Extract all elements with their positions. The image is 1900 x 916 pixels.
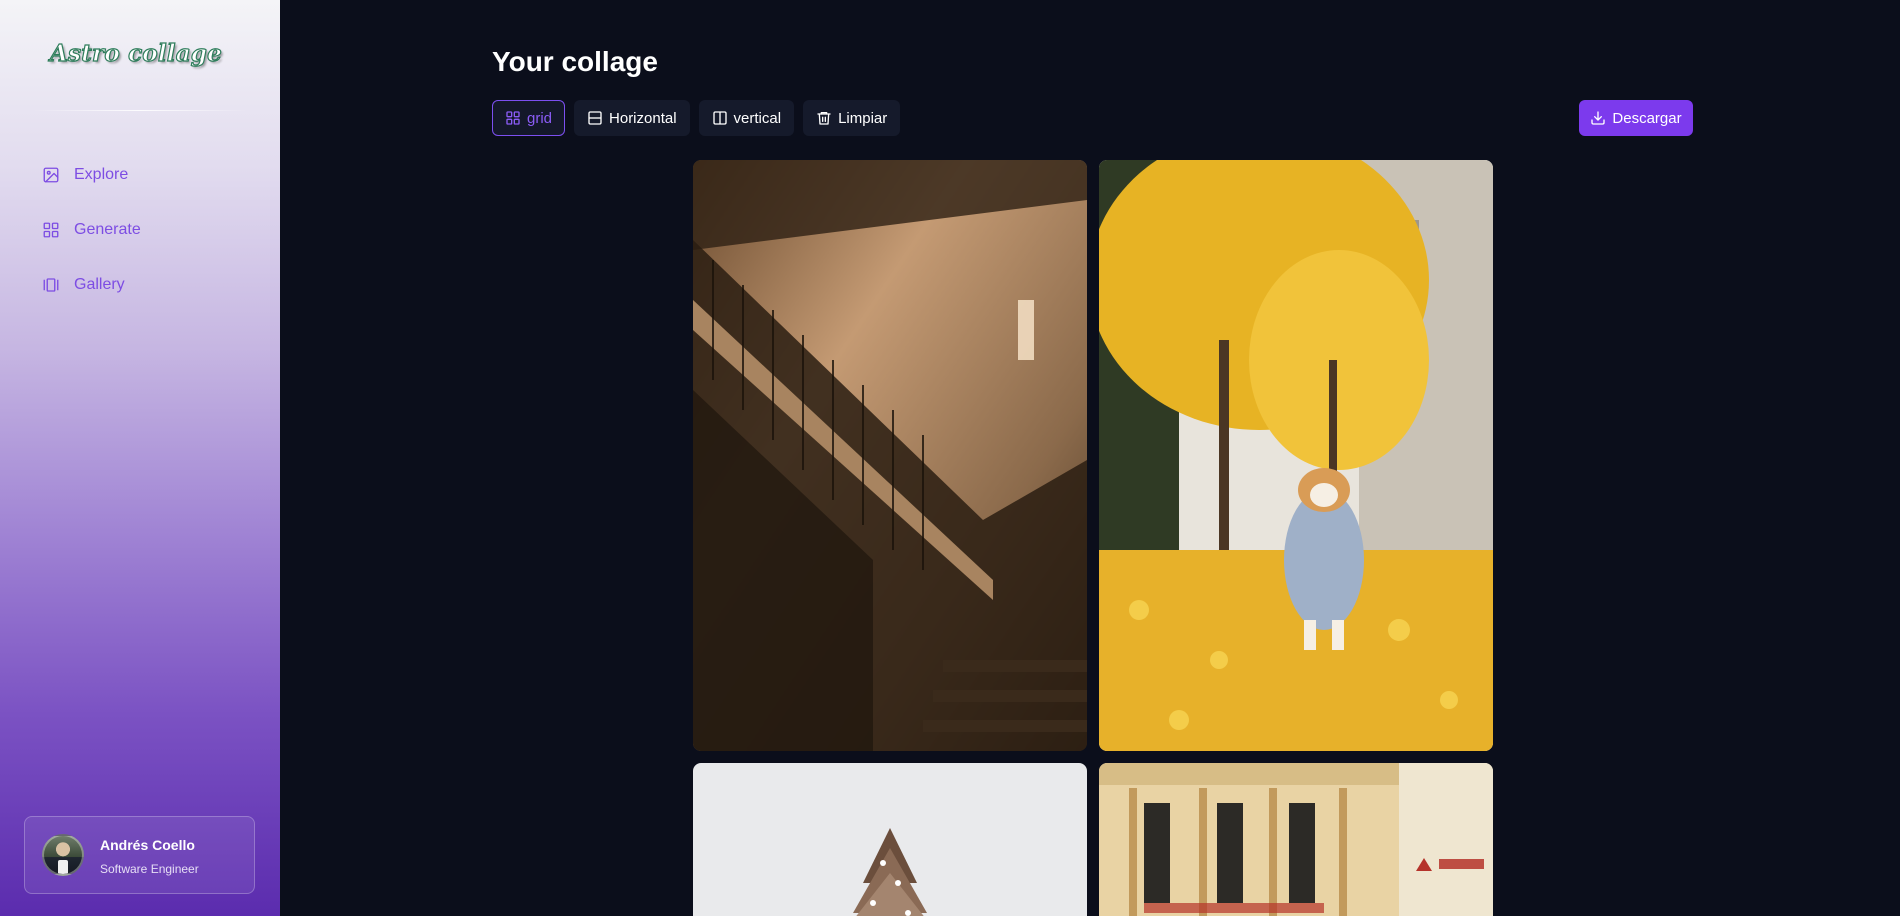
grid-icon: [43, 222, 59, 238]
download-icon: [1591, 111, 1606, 125]
download-label: Descargar: [1612, 109, 1682, 127]
avatar: [42, 834, 84, 876]
layout-vertical-button[interactable]: vertical: [698, 100, 795, 136]
corgi-autumn-leaves-photo[interactable]: [1099, 160, 1493, 751]
download-button[interactable]: Descargar: [1579, 100, 1693, 136]
page-title: Your collage: [492, 46, 658, 77]
sidebar-nav: Explore Generate Gallery: [42, 163, 141, 328]
sidebar-item-gallery[interactable]: Gallery: [42, 273, 141, 297]
button-label: grid: [527, 109, 553, 127]
photo-icon: [43, 167, 59, 183]
sidebar-item-generate[interactable]: Generate: [42, 218, 141, 242]
profile-role: Software Engineer: [100, 862, 199, 876]
sidebar-item-label: Gallery: [74, 276, 125, 293]
sidebar-item-explore[interactable]: Explore: [42, 163, 141, 187]
button-label: Limpiar: [838, 109, 888, 127]
profile-name: Andrés Coello: [100, 837, 195, 853]
app-logo[interactable]: Astro collage: [49, 39, 222, 67]
trash-icon: [817, 112, 831, 125]
button-label: vertical: [733, 109, 782, 127]
layout-grid-button[interactable]: grid: [492, 100, 566, 136]
sidebar-item-label: Generate: [74, 221, 141, 238]
horizontal-layout-icon: [588, 111, 602, 125]
gallery-icon: [43, 278, 59, 292]
snowy-tree-photo[interactable]: [693, 763, 1087, 916]
layout-toolbar: grid Horizontal vertical Limpiar: [492, 100, 901, 136]
user-profile-card[interactable]: Andrés Coello Software Engineer: [24, 816, 255, 894]
staircase-photo[interactable]: [693, 160, 1087, 751]
vertical-layout-icon: [712, 111, 727, 125]
sidebar: Astro collage Explore Generate Gallery A…: [0, 0, 280, 916]
grid-icon: [506, 111, 520, 125]
sidebar-divider: [32, 110, 248, 111]
sidebar-item-label: Explore: [74, 166, 129, 183]
building-facade-photo[interactable]: [1099, 763, 1493, 916]
layout-horizontal-button[interactable]: Horizontal: [574, 100, 690, 136]
button-label: Horizontal: [609, 109, 677, 127]
clear-button[interactable]: Limpiar: [803, 100, 901, 136]
